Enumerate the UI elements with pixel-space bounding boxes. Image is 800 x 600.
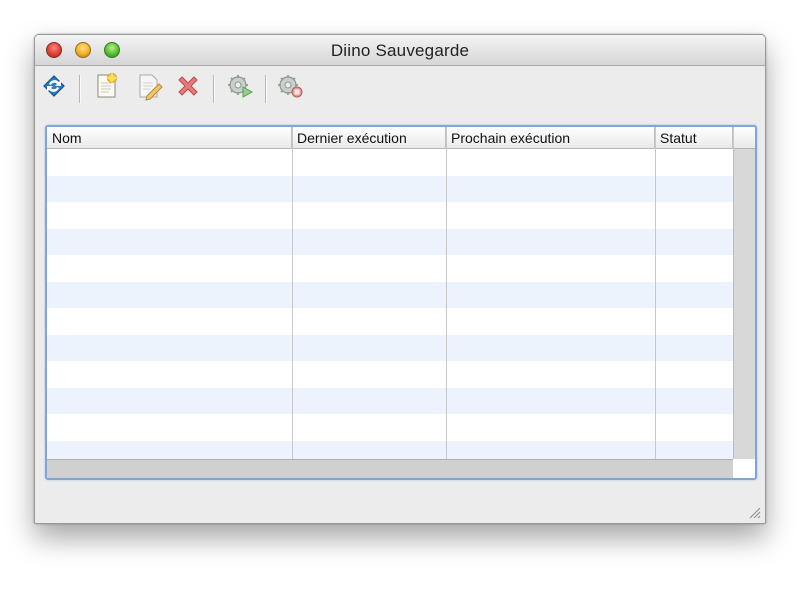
table-row[interactable] bbox=[47, 414, 733, 441]
column-divider bbox=[292, 127, 293, 459]
column-header-nom[interactable]: Nom bbox=[47, 127, 292, 149]
title-bar[interactable]: Diino Sauvegarde bbox=[35, 35, 765, 66]
toolbar-separator bbox=[265, 75, 266, 103]
new-document-icon bbox=[91, 71, 121, 106]
table-row[interactable] bbox=[47, 440, 733, 459]
toolbar-separator bbox=[213, 75, 214, 103]
stop-backup-button[interactable] bbox=[273, 71, 307, 105]
table-row[interactable] bbox=[47, 202, 733, 229]
table-row[interactable] bbox=[47, 255, 733, 282]
table-row[interactable] bbox=[47, 228, 733, 255]
table-row[interactable] bbox=[47, 281, 733, 308]
run-backup-icon bbox=[225, 71, 255, 106]
app-window: Diino Sauvegarde Nom Dernier exécution P… bbox=[34, 34, 766, 524]
edit-backup-button[interactable] bbox=[131, 71, 165, 105]
table-row[interactable] bbox=[47, 387, 733, 414]
backup-table[interactable]: Nom Dernier exécution Prochain exécution… bbox=[45, 125, 757, 480]
edit-document-icon bbox=[133, 71, 163, 106]
column-divider bbox=[655, 127, 656, 459]
sync-icon bbox=[38, 70, 70, 107]
table-row[interactable] bbox=[47, 308, 733, 335]
stop-backup-icon bbox=[275, 71, 305, 106]
resize-grip-icon[interactable] bbox=[747, 505, 761, 519]
column-header-dernier-execution[interactable]: Dernier exécution bbox=[292, 127, 446, 149]
table-body[interactable] bbox=[47, 149, 733, 459]
table-header: Nom Dernier exécution Prochain exécution… bbox=[47, 127, 755, 149]
column-header-statut[interactable]: Statut bbox=[655, 127, 733, 149]
sync-button[interactable] bbox=[37, 71, 71, 105]
scroll-corner bbox=[733, 459, 755, 478]
table-row[interactable] bbox=[47, 361, 733, 388]
table-row[interactable] bbox=[47, 175, 733, 202]
toolbar bbox=[35, 67, 765, 111]
delete-icon bbox=[173, 71, 203, 106]
new-backup-button[interactable] bbox=[89, 71, 123, 105]
column-divider bbox=[446, 127, 447, 459]
table-row[interactable] bbox=[47, 334, 733, 361]
table-row[interactable] bbox=[47, 149, 733, 176]
window-title: Diino Sauvegarde bbox=[330, 41, 470, 60]
column-header-prochain-execution[interactable]: Prochain exécution bbox=[446, 127, 655, 149]
run-backup-button[interactable] bbox=[223, 71, 257, 105]
toolbar-separator bbox=[79, 75, 80, 103]
horizontal-scrollbar[interactable] bbox=[47, 459, 733, 478]
delete-backup-button[interactable] bbox=[171, 71, 205, 105]
vertical-scrollbar[interactable] bbox=[733, 149, 755, 459]
